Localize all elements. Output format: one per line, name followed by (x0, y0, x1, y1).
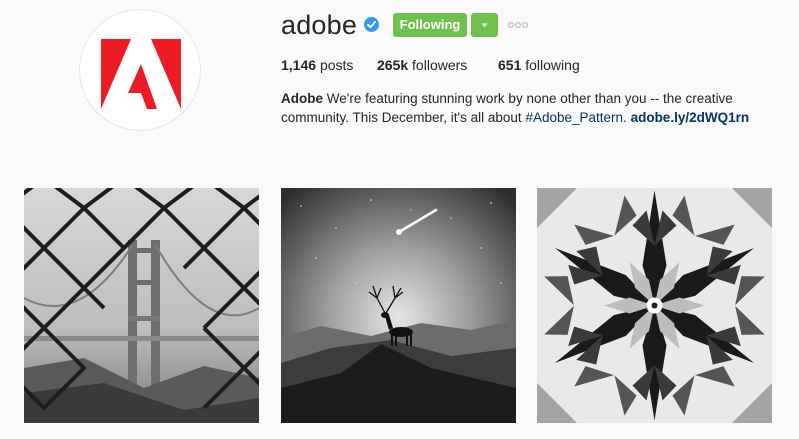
profile-bio: Adobe We're featuring stunning work by n… (281, 89, 771, 127)
followers-stat[interactable]: 265k followers (377, 56, 467, 74)
bio-name: Adobe (281, 91, 323, 106)
posts-stat: 1,146 posts (281, 56, 353, 74)
followers-count: 265k (377, 57, 409, 73)
more-options-button[interactable] (506, 18, 530, 32)
kaleidoscope-pattern-photo (537, 188, 772, 423)
bio-link[interactable]: adobe.ly/2dWQ1rn (631, 110, 750, 125)
bio-hashtag[interactable]: #Adobe_Pattern. (525, 110, 626, 125)
post-thumbnail-2[interactable] (281, 188, 516, 423)
caret-down-icon (481, 23, 488, 27)
following-count: 651 (498, 57, 522, 73)
posts-label: posts (319, 57, 354, 73)
follow-options-button[interactable] (471, 13, 498, 37)
post-thumbnail-3[interactable] (537, 188, 772, 423)
following-label: following (525, 57, 580, 73)
deer-under-shooting-star-photo (281, 188, 516, 423)
adobe-logo-icon (101, 39, 181, 109)
followers-label: followers (412, 57, 468, 73)
profile-username: adobe (281, 10, 358, 40)
post-thumbnail-1[interactable] (24, 188, 259, 423)
profile-avatar[interactable] (79, 9, 201, 131)
verified-badge-icon (364, 17, 379, 32)
posts-count: 1,146 (281, 57, 317, 73)
following-button[interactable]: Following (393, 13, 467, 37)
following-stat[interactable]: 651 following (498, 56, 580, 74)
golden-gate-bridge-through-fence-photo (24, 188, 259, 423)
ellipsis-icon (508, 22, 528, 28)
